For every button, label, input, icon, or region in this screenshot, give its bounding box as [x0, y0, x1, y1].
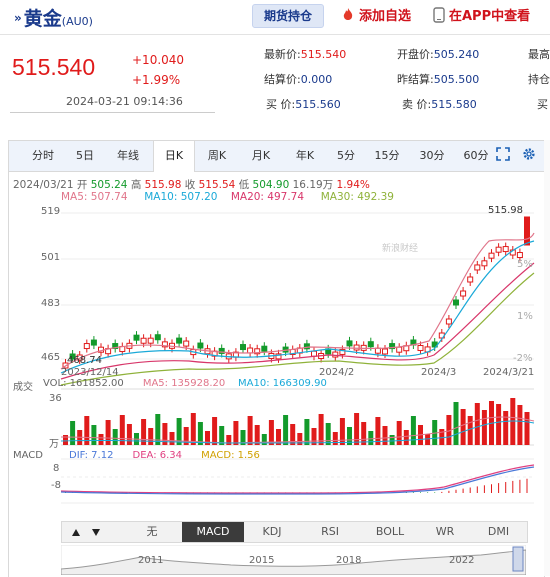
macd-legend: DIF: 7.12 DEA: 6.34 MACD: 1.56 — [69, 450, 260, 461]
y-tick-483: 483 — [41, 298, 61, 309]
y-tick-519: 519 — [41, 206, 61, 217]
indicator-rsi[interactable]: RSI — [300, 522, 360, 542]
prev-next-arrows-icon[interactable] — [62, 522, 122, 542]
phone-icon — [433, 7, 445, 23]
tab-intraday[interactable]: 分时 — [23, 141, 63, 171]
open-in-app-button[interactable]: 在APP中查看 — [433, 5, 530, 24]
tab-yearly-k[interactable]: 年K — [287, 141, 323, 171]
indicator-dmi[interactable]: DMI — [470, 522, 527, 542]
settings-gear-icon[interactable] — [522, 147, 536, 161]
tab-5day[interactable]: 5日 — [69, 141, 101, 171]
x-tick-mar: 2024/3 — [421, 367, 457, 378]
pct-tick-1: 1% — [517, 311, 533, 322]
tab-5min[interactable]: 5分 — [331, 141, 361, 171]
instrument-code: (AU0) — [61, 15, 93, 28]
open-price: 开盘价:505.240 — [397, 48, 480, 61]
tab-30min[interactable]: 30分 — [414, 141, 450, 171]
instrument-name: 黄金 — [23, 8, 62, 30]
indicator-nav — [62, 522, 122, 542]
tab-15min[interactable]: 15分 — [369, 141, 405, 171]
tab-yearline[interactable]: 年线 — [109, 141, 147, 171]
bid-label-short: 买 — [537, 98, 548, 111]
year-tick-2015: 2015 — [249, 555, 275, 566]
x-tick-start: 2023/12/14 — [61, 367, 119, 378]
year-tick-2018: 2018 — [336, 555, 362, 566]
tab-daily-k[interactable]: 日K — [153, 141, 195, 172]
top-bar: » 黄金(AU0) 期货持仓 添加自选 在APP中查看 — [0, 0, 550, 35]
macd-bottom-tick: -8 — [51, 480, 61, 491]
min-price-label: 468.74 — [67, 355, 102, 366]
flame-icon — [343, 8, 353, 20]
open-interest-label: 持仓 — [528, 73, 550, 86]
add-favorite-label: 添加自选 — [359, 9, 412, 24]
indicator-boll[interactable]: BOLL — [360, 522, 420, 542]
price-change: +10.040 +1.99% — [132, 50, 184, 90]
year-tick-2022: 2022 — [449, 555, 475, 566]
ma30-label: MA30: 492.39 — [320, 191, 394, 203]
bid-price: 买 价:515.560 — [266, 98, 341, 111]
fullscreen-icon[interactable] — [496, 147, 510, 161]
bar-info: 2024/03/21 开 505.24 高 515.98 收 515.54 低 … — [13, 179, 370, 191]
ask-price: 卖 价:515.580 — [402, 98, 477, 111]
ma-legend: MA5: 507.74 MA10: 507.20 MA20: 497.74 MA… — [61, 191, 394, 203]
period-tabs: 分时 5日 年线 日K 周K 月K 年K 5分 15分 30分 60分 — [9, 141, 544, 172]
year-tick-2011: 2011 — [138, 555, 164, 566]
ma20-label: MA20: 497.74 — [230, 191, 305, 203]
indicator-kdj[interactable]: KDJ — [244, 522, 300, 542]
high-price-label: 最高 — [528, 48, 550, 61]
pct-tick-minus2: -2% — [513, 353, 533, 364]
x-tick-feb: 2024/2 — [319, 367, 355, 378]
settle-price: 结算价:0.000 — [264, 73, 333, 86]
y-tick-465: 465 — [41, 352, 61, 363]
volume-unit: 万 — [49, 439, 59, 450]
add-favorite-button[interactable]: 添加自选 — [340, 5, 411, 24]
change-value: +10.040 — [132, 53, 185, 67]
kline-chart-panel: 分时 5日 年线 日K 周K 月K 年K 5分 15分 30分 60分 2024… — [8, 140, 545, 577]
volume-legend: VOL: 161852.00 MA5: 135928.20 MA10: 1663… — [43, 378, 327, 389]
volume-top-tick: 36 — [49, 393, 62, 404]
ma10-label: MA10: 507.20 — [144, 191, 218, 203]
open-in-app-label: 在APP中查看 — [449, 9, 531, 24]
ma5-label: MA5: 507.74 — [61, 191, 128, 203]
tab-monthly-k[interactable]: 月K — [243, 141, 279, 171]
y-tick-501: 501 — [41, 252, 61, 263]
watermark: 新浪财经 — [382, 242, 418, 254]
indicator-macd[interactable]: MACD — [182, 522, 244, 542]
right-side-strip — [544, 140, 550, 576]
change-percent: +1.99% — [132, 73, 181, 87]
quote-timestamp: 2024-03-21 09:14:36 — [66, 95, 183, 108]
indicator-wr[interactable]: WR — [420, 522, 470, 542]
indicator-none[interactable]: 无 — [122, 522, 182, 542]
macd-label: MACD — [13, 450, 43, 461]
tab-weekly-k[interactable]: 周K — [199, 141, 235, 171]
current-price: 515.540 — [12, 54, 96, 80]
pct-tick-5: 5% — [517, 259, 533, 270]
latest-price: 最新价:515.540 — [264, 48, 347, 61]
volume-label: 成交 — [13, 382, 33, 393]
max-price-label: 515.98 — [488, 205, 523, 216]
futures-holdings-button[interactable]: 期货持仓 — [252, 4, 324, 28]
prev-settle-price: 昨结算:505.500 — [397, 73, 480, 86]
divider — [10, 112, 215, 113]
macd-top-tick: 8 — [53, 463, 60, 474]
breadcrumb-arrows-icon[interactable]: » — [14, 11, 22, 25]
tab-60min[interactable]: 60分 — [458, 141, 494, 171]
x-tick-end: 2024/3/21 — [483, 367, 535, 378]
indicator-tabs: 无 MACD KDJ RSI BOLL WR DMI — [61, 521, 528, 543]
instrument-title: » 黄金(AU0) — [14, 4, 93, 31]
